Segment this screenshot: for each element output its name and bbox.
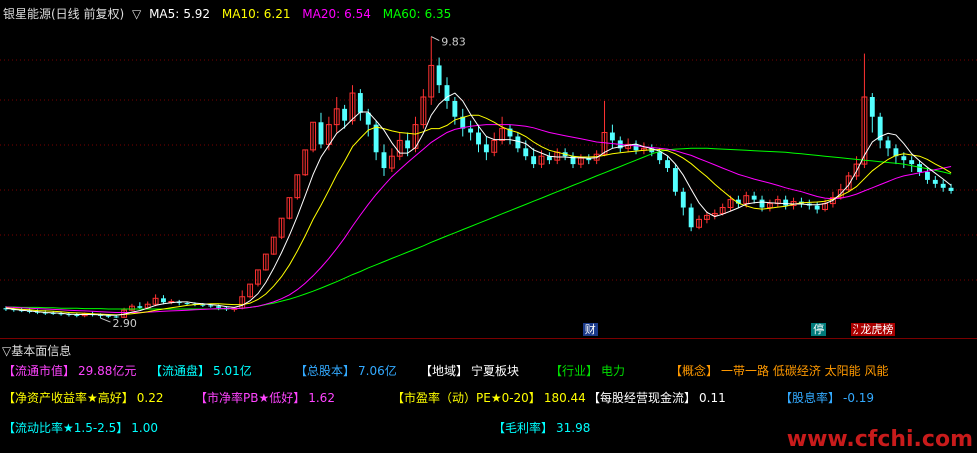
candle-body: [885, 140, 891, 149]
candle-body: [657, 152, 663, 161]
fundamental-item: 【行业】 电力: [550, 362, 625, 379]
fundamental-label: 【流通市值】: [3, 364, 76, 378]
fundamental-value: 1.00: [131, 421, 158, 435]
candle-body: [161, 298, 166, 303]
candle-body: [688, 207, 694, 228]
candle-body: [751, 195, 757, 200]
fundamental-label: 【地域】: [420, 364, 469, 378]
candle-body: [373, 124, 379, 153]
event-badge[interactable]: 财: [582, 323, 598, 336]
fundamental-label: 【市净率PB★低好】: [195, 391, 306, 405]
candle-body: [184, 303, 190, 305]
fundamental-label: 【概念】: [670, 364, 719, 378]
fundamental-value: 5.01亿: [213, 364, 252, 378]
fundamental-value: -0.19: [843, 391, 875, 405]
fundamental-item: 【流通盘】 5.01亿: [150, 362, 252, 379]
fundamental-item: 【市盈率（动）PE★0-20】 180.44: [392, 389, 586, 406]
candle-body: [901, 156, 907, 161]
candle-body: [869, 97, 875, 117]
fundamental-label: 【净资产收益率★高好】: [3, 391, 134, 405]
event-badge[interactable]: 停: [811, 323, 827, 336]
candle-body: [357, 93, 363, 113]
candle-body: [924, 172, 930, 180]
kline-canvas[interactable]: 9.83 2.90: [0, 0, 977, 338]
candle-body: [483, 144, 489, 153]
fundamental-item: 【市净率PB★低好】 1.62: [195, 389, 335, 406]
candle-body: [318, 122, 324, 145]
candle-body: [342, 108, 348, 121]
fundamental-item: 【流通市值】 29.88亿元: [3, 362, 136, 379]
candle-body: [680, 191, 686, 208]
kline-chart[interactable]: 9.83 2.90: [0, 0, 977, 338]
fundamental-value: 一带一路 低碳经济 太阳能 风能: [721, 364, 889, 378]
ma60-line: [5, 147, 952, 310]
fundamental-item: 【流动比率★1.5-2.5】 1.00: [3, 419, 158, 436]
candle-body: [665, 160, 670, 169]
triangle-down-icon[interactable]: ▽: [2, 344, 11, 358]
candle-body: [523, 148, 529, 157]
fundamental-item: 【毛利率】 31.98: [493, 419, 590, 436]
stock-title: 银星能源(日线 前复权): [3, 7, 125, 21]
fundamental-label: 【行业】: [550, 364, 599, 378]
fundamental-value: 31.98: [556, 421, 591, 435]
ma20-line: [5, 124, 952, 313]
triangle-down-icon[interactable]: ▽: [132, 7, 141, 21]
high-price-label: 9.83: [441, 36, 466, 49]
fundamental-item: 【股息率】 -0.19: [780, 389, 874, 406]
candle-body: [105, 315, 111, 317]
low-pointer: [100, 317, 111, 323]
chart-legend: 银星能源(日线 前复权) ▽ MA5: 5.92 MA10: 6.21 MA20: 6…: [3, 5, 459, 22]
candle-body: [405, 140, 411, 149]
fundamental-value: 180.44: [543, 391, 586, 405]
candle-body: [452, 100, 458, 117]
candle-body: [216, 306, 222, 308]
fundamental-item: 【地域】 宁夏板块: [420, 362, 519, 379]
fundamental-value: 29.88亿元: [78, 364, 137, 378]
fundamental-item: 【概念】 一带一路 低碳经济 太阳能 风能: [670, 362, 888, 379]
fundamental-label: 【流通盘】: [150, 364, 211, 378]
candle-body: [208, 305, 214, 307]
fundamental-item: 【净资产收益率★高好】 0.22: [3, 389, 163, 406]
fundamental-value: 0.11: [699, 391, 726, 405]
fundamental-value: 电力: [601, 364, 626, 378]
fundamental-value: 7.06亿: [358, 364, 397, 378]
fundamental-label: 【市盈率（动）PE★0-20】: [392, 391, 541, 405]
candle-body: [74, 314, 80, 316]
ma60-legend: MA60: 6.35: [382, 7, 452, 21]
candle-body: [909, 160, 915, 165]
fundamental-label: 【每股经营现金流】: [588, 391, 697, 405]
candle-body: [948, 187, 954, 191]
fundamental-label: 【总股本】: [295, 364, 356, 378]
candle-body: [468, 128, 474, 133]
fundamental-label: 【毛利率】: [493, 421, 554, 435]
candle-body: [436, 65, 442, 86]
candle-body: [609, 132, 615, 141]
fundamental-value: 1.62: [308, 391, 335, 405]
candle-body: [137, 306, 143, 308]
ma20-legend: MA20: 6.54: [302, 7, 371, 21]
candle-body: [476, 132, 481, 145]
candle-body: [515, 136, 521, 149]
candle-body: [783, 199, 789, 206]
fundamental-label: 【股息率】: [780, 391, 841, 405]
fundamental-item: 【总股本】 7.06亿: [295, 362, 397, 379]
panel-title[interactable]: ▽基本面信息: [2, 342, 71, 359]
candle-body: [940, 183, 946, 188]
candle-body: [932, 179, 938, 184]
fundamental-item: 【每股经营现金流】 0.11: [588, 389, 726, 406]
low-price-label: 2.90: [112, 317, 136, 330]
candle-body: [531, 156, 537, 165]
candle-body: [381, 152, 387, 169]
fundamental-label: 【流动比率★1.5-2.5】: [3, 421, 129, 435]
candle-body: [814, 205, 820, 210]
candle-body: [759, 199, 765, 208]
event-badge[interactable]: 龙虎榜: [858, 323, 896, 336]
fundamental-value: 宁夏板块: [471, 364, 520, 378]
ma10-legend: MA10: 6.21: [221, 7, 291, 21]
fundamental-value: 0.22: [136, 391, 164, 405]
candle-body: [672, 168, 678, 192]
watermark: www.cfchi.com: [786, 427, 973, 452]
ma5-legend: MA5: 5.92: [149, 7, 211, 21]
high-pointer: [431, 36, 440, 42]
